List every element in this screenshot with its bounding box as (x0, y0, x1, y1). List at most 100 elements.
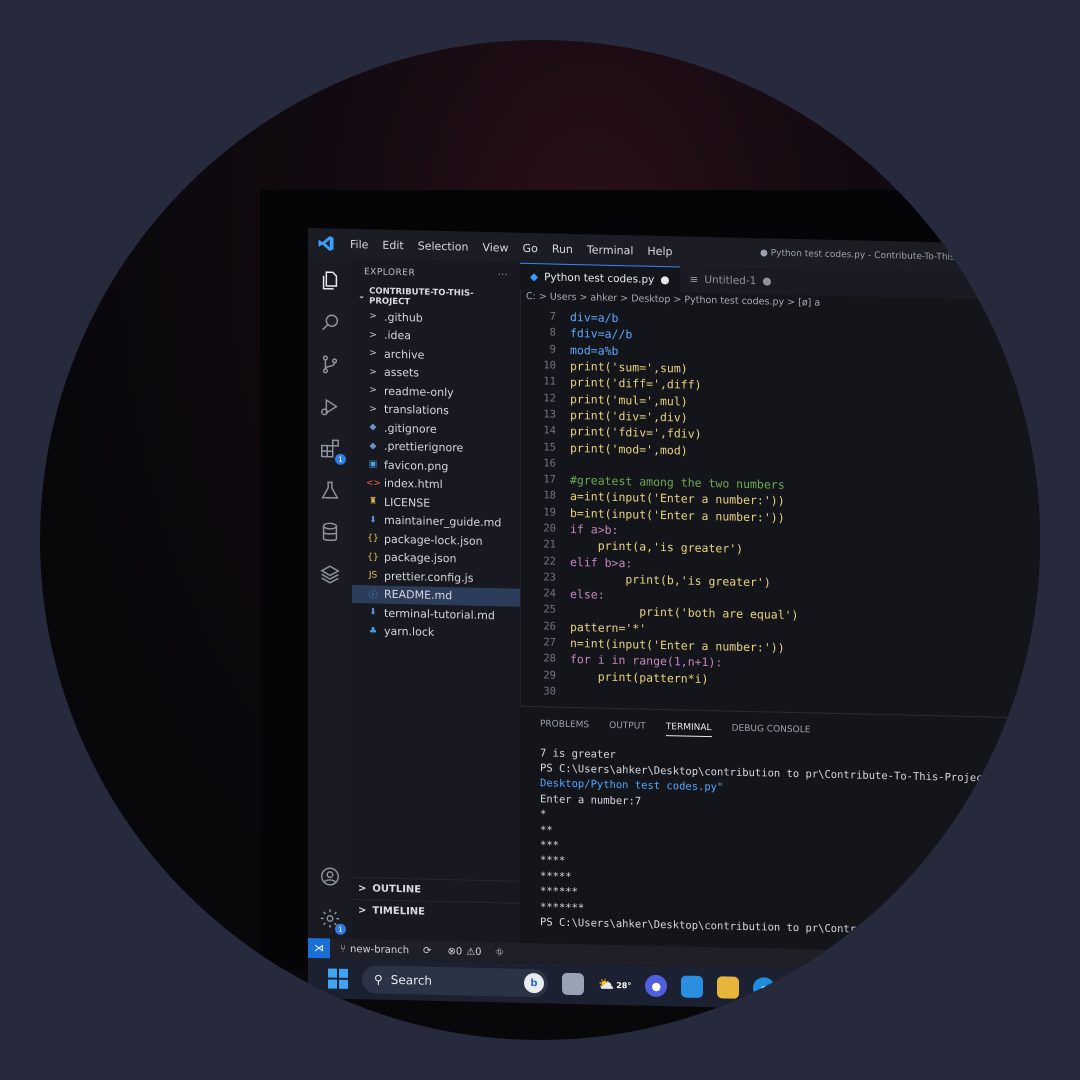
branch-name[interactable]: new-branch (350, 943, 409, 955)
run-debug-icon[interactable] (316, 392, 344, 421)
editor-tab[interactable]: ◆ Python test codes.py ● (520, 262, 680, 294)
git-file-icon: ◆ (369, 422, 377, 433)
menu-item-run[interactable]: Run (552, 242, 573, 255)
port-icon[interactable]: ⛗ (496, 947, 504, 958)
explorer-sidebar: EXPLORER ··· ⌄ CONTRIBUTE-TO-THIS-PROJEC… (352, 258, 521, 943)
editor-tab-label: Python test codes.py (544, 271, 655, 286)
monitor-app-icon[interactable] (681, 975, 704, 998)
json-file-icon: {} (367, 533, 379, 544)
file-tree-label: prettier.config.js (384, 569, 474, 585)
layers-icon[interactable] (316, 560, 344, 589)
editor-tab-label: Untitled-1 (704, 273, 757, 288)
file-tree-label: readme-only (384, 384, 454, 400)
chevron-right-icon: > (369, 385, 377, 396)
search-icon[interactable] (316, 308, 344, 337)
terminal-output[interactable]: 7 is greater PS C:\Users\ahker\Desktop\co… (520, 733, 1040, 943)
timeline-section[interactable]: > TIMELINE (352, 898, 520, 924)
menu-item-help[interactable]: Help (647, 244, 672, 258)
menu-item-go[interactable]: Go (523, 241, 538, 254)
code-editor[interactable]: 7 div=a/b 8 fdiv=a//b 9 mod=a%b 10 print('sum='… (520, 308, 1040, 712)
error-count[interactable]: 0 (456, 946, 462, 957)
remote-indicator-icon[interactable]: ⋊ (308, 938, 330, 959)
menu-item-edit[interactable]: Edit (382, 238, 403, 251)
settings-badge: 1 (335, 923, 346, 935)
l-app-icon[interactable]: L (861, 979, 884, 1003)
warning-count[interactable]: 0 (475, 946, 481, 957)
taskbar-search-label: Search (390, 972, 433, 988)
file-tree-label: translations (384, 402, 449, 418)
timeline-label: TIMELINE (372, 904, 426, 918)
editor-tab[interactable]: ≡ Untitled-1 ● (680, 266, 782, 294)
file-tree-item[interactable]: ♣ yarn.lock (352, 621, 520, 643)
code-text: div=a/b (570, 310, 619, 326)
code-text: print('sum=',sum) (570, 358, 688, 376)
weather-icon: ⛅ (598, 977, 615, 993)
unsaved-dot-icon[interactable]: ● (762, 275, 771, 287)
photo-circle-frame: File Edit Selection View Go Run Terminal Help ●… (40, 40, 1040, 1040)
prettier-file-icon: ◆ (369, 441, 377, 452)
search-icon: ⚲ (374, 972, 383, 987)
windows-start-icon[interactable] (328, 968, 348, 989)
weather-widget[interactable]: ⛅ 28° (598, 974, 631, 997)
outline-label: OUTLINE (372, 882, 422, 896)
chevron-right-icon: > (358, 904, 367, 916)
panel-tab-debug-console[interactable]: DEBUG CONSOLE (732, 724, 811, 740)
code-text: print('div=',div) (570, 407, 688, 425)
panel-tab-problems[interactable]: PROBLEMS (540, 719, 589, 734)
task-view-icon[interactable] (562, 972, 584, 996)
meet-camera-icon[interactable]: ● (645, 974, 668, 998)
line-number: 12 (543, 391, 556, 405)
chrome-browser-icon[interactable] (789, 977, 812, 1001)
testing-flask-icon[interactable] (316, 476, 344, 505)
explorer-more-icon[interactable]: ··· (498, 270, 508, 280)
js-file-icon: JS (368, 570, 378, 581)
code-text: else: (570, 587, 605, 602)
code-text: print('diff=',diff) (570, 375, 702, 393)
database-icon[interactable] (316, 518, 344, 547)
account-icon[interactable] (316, 862, 344, 891)
code-text: print('mul=',mul) (570, 391, 688, 409)
chevron-right-icon: > (369, 330, 377, 341)
file-tree-label: index.html (384, 476, 443, 492)
menu-item-terminal[interactable]: Terminal (587, 243, 634, 257)
window-title: ● Python test codes.py - Contribute-To-T… (759, 248, 958, 263)
settings-gear-icon[interactable]: 1 (316, 904, 346, 935)
menu-item-view[interactable]: View (482, 240, 508, 254)
line-number: 24 (543, 587, 556, 600)
panel-tab-terminal[interactable]: TERMINAL (665, 722, 712, 738)
menu-item-file[interactable]: File (350, 237, 368, 250)
html-file-icon: <> (366, 478, 382, 489)
line-number: 19 (543, 506, 556, 519)
opera-browser-icon[interactable]: O (825, 978, 848, 1002)
sync-icon[interactable]: ⟳ (423, 945, 431, 956)
extensions-icon[interactable]: 1 (316, 434, 346, 465)
line-number: 15 (543, 440, 556, 454)
line-number: 29 (543, 669, 556, 682)
edge-browser-icon[interactable]: e (753, 977, 776, 1000)
chevron-right-icon: > (369, 348, 377, 359)
file-tree-label: README.md (384, 587, 453, 603)
file-tree-label: favicon.png (384, 458, 449, 473)
vscode-taskbar-icon[interactable]: ⋊ (933, 981, 956, 1004)
taskbar-search[interactable]: ⚲ Search b (362, 965, 548, 998)
line-number: 25 (543, 603, 556, 617)
panel-tab-output[interactable]: OUTPUT (609, 721, 646, 736)
explorer-icon[interactable] (316, 266, 344, 295)
license-file-icon: ♜ (368, 496, 378, 507)
project-name: CONTRIBUTE-TO-THIS-PROJECT (369, 286, 474, 308)
unsaved-dot-icon[interactable]: ● (660, 274, 669, 286)
file-tree-label: terminal-tutorial.md (384, 606, 495, 622)
markdown-file-icon: ⬇ (369, 515, 377, 526)
notepad-app-icon[interactable] (897, 980, 920, 1003)
line-number: 22 (543, 554, 556, 568)
code-text: fdiv=a//b (570, 326, 633, 342)
line-number: 17 (543, 473, 556, 486)
file-explorer-icon[interactable] (717, 976, 740, 999)
yarn-file-icon: ♣ (368, 626, 378, 637)
text-file-icon: ≡ (689, 273, 699, 286)
line-number: 7 (549, 310, 556, 323)
source-control-icon[interactable] (316, 350, 344, 379)
menu-item-selection[interactable]: Selection (418, 239, 469, 253)
file-tree-label: maintainer_guide.md (384, 513, 502, 530)
outline-section[interactable]: > OUTLINE (352, 876, 520, 902)
